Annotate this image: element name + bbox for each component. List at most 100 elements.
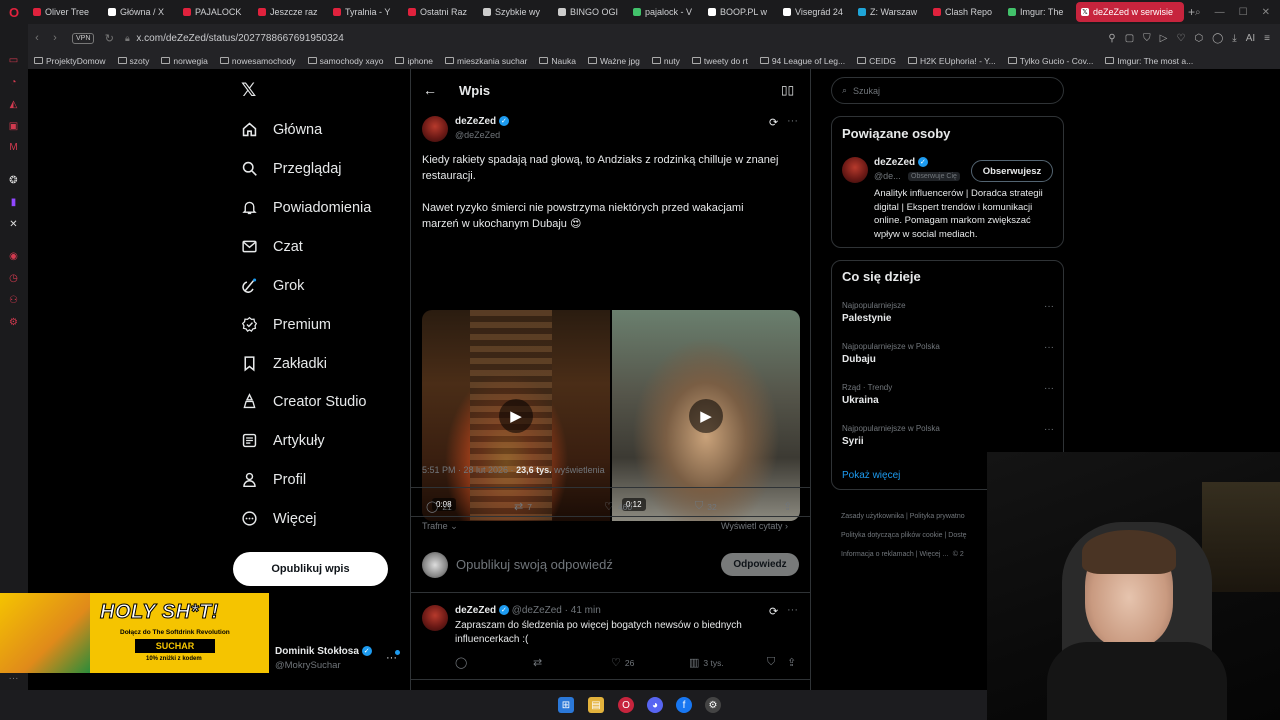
play-icon[interactable]: ▶ [689,398,723,433]
clock-icon[interactable]: ◷ [7,272,20,285]
trend-item[interactable]: Najpopularniejsze w Polska Dubaju ··· [842,342,1054,365]
bookmark-item[interactable]: 94 League of Leg... [759,56,845,66]
nav-item-search[interactable]: Przeglądaj [241,160,342,177]
bookmark-item[interactable]: norwegia [161,56,208,66]
more-options-icon[interactable]: ··· [787,604,798,616]
cube-icon[interactable]: ⬡ [1194,33,1203,44]
video-thumbnail-fire[interactable]: ▶ 0:08 [422,310,610,521]
history-icon[interactable]: ◔ [7,76,20,89]
trend-item[interactable]: Rząd · Trendy Ukraina ··· [842,383,1054,406]
ai-button[interactable]: AI [1246,33,1255,44]
facebook-icon[interactable]: f [676,697,692,713]
bookmark-item[interactable]: nowesamochody [219,56,296,66]
share-button[interactable]: ⇪ [787,656,796,669]
shield-icon[interactable]: ⛉ [1143,33,1151,44]
maximize-button[interactable]: ☐ [1239,7,1248,18]
opera-logo-icon[interactable]: O [0,0,28,24]
profile-icon[interactable]: ◯ [1212,33,1223,44]
heart-icon[interactable]: ♡ [1176,33,1185,44]
bookmark-item[interactable]: CEIDG [857,56,896,66]
bookmark-item[interactable]: szoty [117,56,149,66]
search-input[interactable]: ⌕ Szukaj [831,77,1064,104]
browser-tab[interactable]: PAJALOCK [178,2,251,22]
like-button[interactable]: ♡ 26 [611,656,634,669]
repost-button[interactable]: ⇄ [533,656,542,669]
browser-tab[interactable]: Szybkie wy [478,2,551,22]
menu-icon[interactable]: ≡ [1264,33,1270,44]
repost-button[interactable]: ⇄ 7 [514,500,532,513]
app-icon[interactable]: ⚙ [705,697,721,713]
account-name[interactable]: Dominik Stokłosa [275,646,359,657]
bookmark-item[interactable]: mieszkania suchar [445,56,527,66]
browser-tab[interactable]: Główna / X [103,2,176,22]
browser-tab[interactable]: Jeszcze raz [253,2,326,22]
minimize-button[interactable]: — [1215,7,1225,18]
reply-input[interactable]: Opublikuj swoją odpowiedź [456,557,613,572]
reader-icon[interactable]: ▯▯ [781,83,794,97]
related-name[interactable]: deZeZed [874,157,915,168]
close-window-button[interactable]: ✕ [1262,7,1270,18]
nav-item-mail[interactable]: Czat [241,238,303,255]
footer-link[interactable]: Informacja o reklamach [841,551,914,558]
x-app-icon[interactable]: ✕ [7,218,20,231]
tab-active[interactable]: 𝕏 deZeZed w serwisie [1076,2,1184,22]
browser-tab[interactable]: BINGO OGI [553,2,626,22]
nav-item-person[interactable]: Profil [241,471,306,488]
bookmark-item[interactable]: nuty [651,56,680,66]
search-tabs-icon[interactable]: ⌕ [1195,7,1201,18]
avatar[interactable] [422,116,448,142]
back-arrow-icon[interactable]: ← [423,82,437,98]
footer-link[interactable]: Więcej ... [919,551,948,558]
windows-start-icon[interactable]: ⊞ [558,697,574,713]
bookmark-item[interactable]: iphone [395,56,433,66]
bookmark-item[interactable]: Nauka [539,56,576,66]
chatgpt-icon[interactable]: ❂ [7,174,20,187]
messenger-icon[interactable]: ▣ [7,120,20,133]
opera-taskbar-icon[interactable]: O [618,697,634,713]
browser-tab[interactable]: Imgur: The [1003,2,1076,22]
publish-post-button[interactable]: Opublikuj wpis [233,552,388,586]
bookmark-item[interactable]: H2K EUphoria! - Y... [908,56,996,66]
share-button[interactable]: ⇪ [783,500,792,513]
more-dots-icon[interactable]: ··· [7,672,20,685]
nav-item-bookmark[interactable]: Zakładki [241,355,327,372]
reply-button[interactable]: ◯ 21 [426,500,452,513]
footer-link[interactable]: Polityka dotycząca plików cookie [841,532,943,539]
extensions-icon[interactable]: ⚇ [7,294,20,307]
trend-more-icon[interactable]: ··· [1044,342,1054,353]
view-quotes-link[interactable]: Wyświetl cytaty › [721,521,788,531]
related-handle[interactable]: @de... [874,171,901,181]
bookmark-item[interactable]: Imgur: The most a... [1105,56,1193,66]
avatar[interactable] [422,605,448,631]
browser-tab[interactable]: Visegrád 24 [778,2,851,22]
forward-icon[interactable]: › [46,32,64,44]
url-field[interactable]: x.com/deZeZed/status/2027788667691950324 [136,33,343,44]
nav-item-more[interactable]: Więcej [241,510,317,527]
x-logo-icon[interactable]: 𝕏 [241,81,259,101]
reply-time[interactable]: · 41 min [565,605,601,616]
reply-button[interactable]: ◯ [455,656,467,669]
like-button[interactable]: ♡ 460 [604,500,632,513]
bookmark-item[interactable]: ProjektyDomow [34,56,106,66]
back-icon[interactable]: ‹ [28,32,46,44]
player-icon[interactable]: ▷ [1160,33,1168,44]
twitch-icon[interactable]: ▮ [7,196,20,209]
bookmark-button[interactable]: ⛉ 32 [695,500,717,513]
account-handle[interactable]: @MokrySuchar [275,660,341,671]
grok-explain-icon[interactable]: ⟳ [769,116,778,129]
settings-icon[interactable]: ◉ [7,250,20,263]
author-handle[interactable]: @deZeZed [455,130,500,140]
reload-icon[interactable]: ↻ [100,32,118,45]
file-explorer-icon[interactable]: ▤ [588,697,604,713]
browser-tab[interactable]: Ostatni Raz [403,2,476,22]
nav-item-premium[interactable]: Premium [241,316,331,333]
views-button[interactable]: ▥ 3 tys. [689,656,724,669]
trend-more-icon[interactable]: ··· [1044,383,1054,394]
play-icon[interactable]: ▶ [499,398,533,433]
following-button[interactable]: Obserwujesz [971,160,1053,182]
footer-link[interactable]: Zasady użytkownika [841,513,904,520]
speed-dial-icon[interactable]: ▭ [7,54,20,67]
browser-tab[interactable]: Clash Repo [928,2,1001,22]
bookmark-item[interactable]: samochody xayo [307,56,383,66]
post-timestamp[interactable]: 5:51 PM · 28 lut 2026 · [422,465,514,475]
